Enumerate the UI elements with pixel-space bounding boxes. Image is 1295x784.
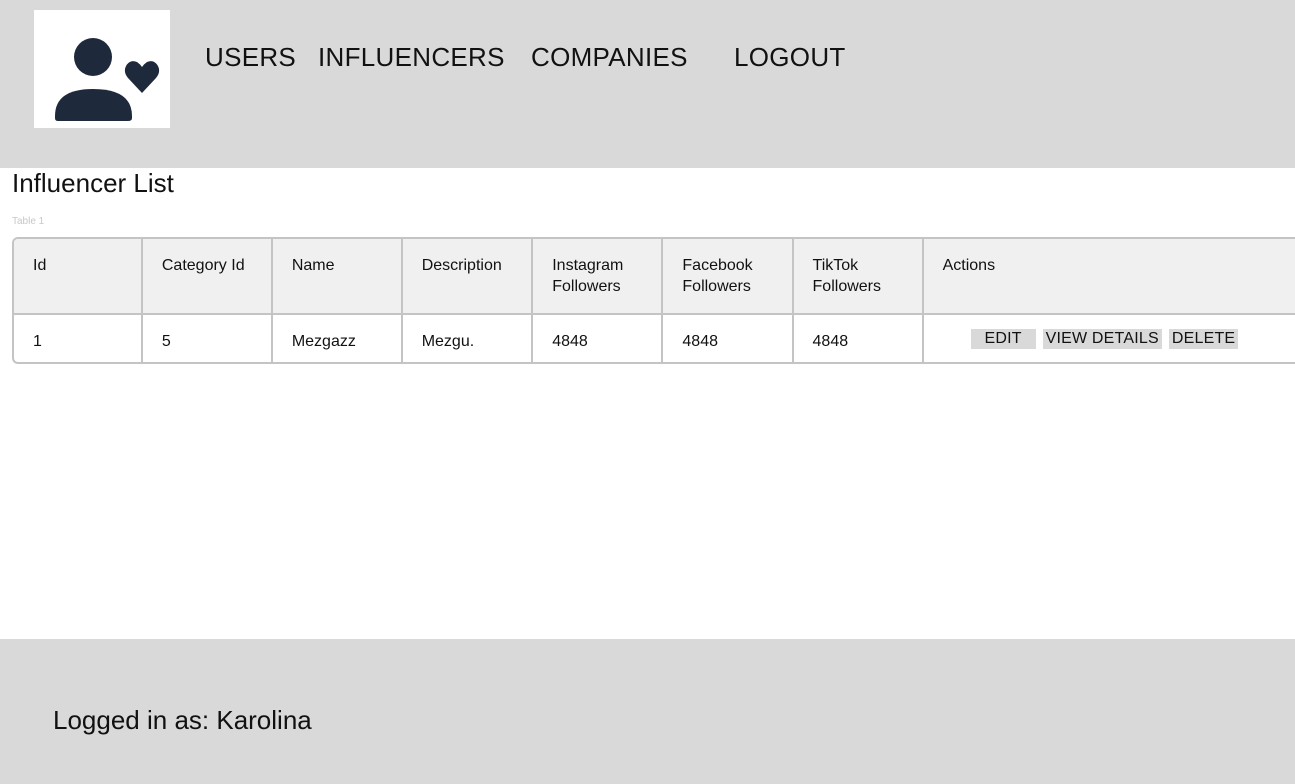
cell-id: 1 <box>14 314 143 362</box>
influencer-table: Id Category Id Name Description Instagra… <box>12 237 1295 364</box>
footer-bar: Logged in as: Karolina <box>0 639 1295 784</box>
cell-tiktok-followers: 4848 <box>792 314 924 362</box>
cell-name: Mezgazz <box>271 314 403 362</box>
page-title: Influencer List <box>12 168 174 198</box>
app-logo[interactable] <box>34 10 170 128</box>
nav-influencers[interactable]: INFLUENCERS <box>318 42 505 73</box>
column-header-id: Id <box>14 239 143 315</box>
logged-in-status: Logged in as: Karolina <box>53 705 312 735</box>
cell-facebook-followers: 4848 <box>662 314 794 362</box>
column-header-instagram-followers: Instagram Followers <box>532 239 664 315</box>
edit-button[interactable]: EDIT <box>970 329 1036 349</box>
column-header-tiktok-followers: TikTok Followers <box>792 239 924 315</box>
user-heart-icon <box>55 38 160 121</box>
header-bar: USERS INFLUENCERS COMPANIES LOGOUT <box>0 0 1295 168</box>
table-caption: Table 1 <box>12 216 45 227</box>
column-header-name: Name <box>271 239 403 315</box>
view-details-button[interactable]: VIEW DETAILS <box>1042 329 1162 349</box>
cell-description: Mezgu. <box>401 314 534 362</box>
cell-actions: EDIT VIEW DETAILS DELETE <box>923 314 1295 362</box>
table-header-row: Id Category Id Name Description Instagra… <box>14 239 1295 315</box>
delete-button[interactable]: DELETE <box>1168 329 1239 349</box>
column-header-facebook-followers: Facebook Followers <box>662 239 794 315</box>
column-header-category-id: Category Id <box>141 239 273 315</box>
column-header-actions: Actions <box>922 239 1295 315</box>
table-row: 1 5 Mezgazz Mezgu. 4848 4848 4848 EDIT VI… <box>14 314 1295 362</box>
nav-users[interactable]: USERS <box>205 42 296 73</box>
nav-companies[interactable]: COMPANIES <box>531 42 688 73</box>
nav-logout[interactable]: LOGOUT <box>734 42 846 73</box>
column-header-description: Description <box>401 239 534 315</box>
cell-category-id: 5 <box>141 314 273 362</box>
cell-instagram-followers: 4848 <box>532 314 664 362</box>
